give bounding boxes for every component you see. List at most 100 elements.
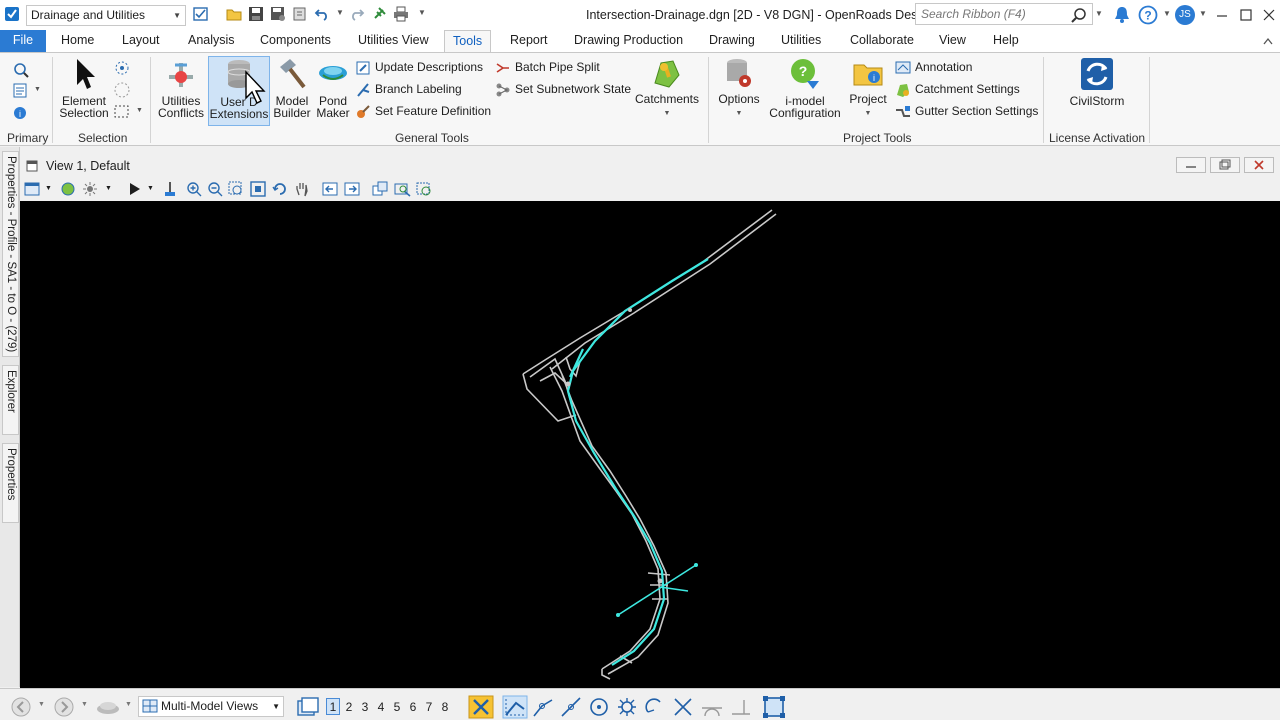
utilities-conflicts-button[interactable]: Utilities Conflicts [156,57,206,119]
view-button-7[interactable]: 7 [422,698,436,715]
view-groups-icon[interactable] [296,696,320,718]
notifications-icon[interactable] [1112,5,1132,25]
tab-components[interactable]: Components [252,30,339,52]
annotation-button[interactable]: Annotation [895,58,972,76]
view-attributes-icon[interactable] [24,181,40,197]
zoom-in-icon[interactable] [186,181,202,197]
lighting-icon[interactable] [82,181,98,197]
snap-perpendicular-icon[interactable] [730,696,752,718]
search-ribbon-input[interactable]: Search Ribbon (F4) [915,3,1093,25]
tab-drawing-production[interactable]: Drawing Production [566,30,691,52]
project-button[interactable]: i Project ▼ [847,57,889,120]
undo-dropdown-icon[interactable]: ▼ [336,8,344,17]
set-feature-definition-button[interactable]: Set Feature Definition [355,102,491,120]
view-button-3[interactable]: 3 [358,698,372,715]
zoom-out-icon[interactable] [207,181,223,197]
window-area-icon[interactable] [228,181,244,197]
imodel-configuration-button[interactable]: ? i-model Configuration [766,57,844,119]
set-subnetwork-state-button[interactable]: Set Subnetwork State [495,80,631,98]
catchment-settings-button[interactable]: Catchment Settings [895,80,1020,98]
accudraw-icon[interactable] [468,695,494,719]
view-attributes-dropdown-icon[interactable]: ▼ [45,185,52,192]
view-button-6[interactable]: 6 [406,698,420,715]
view-close-button[interactable] [1244,157,1274,173]
snap-intersection-icon[interactable] [672,696,694,718]
model-icon[interactable] [95,697,121,717]
select-box-icon[interactable] [113,103,131,121]
redo-icon[interactable] [349,6,365,22]
tab-view[interactable]: View [931,30,974,52]
workflow-selector[interactable]: Drainage and Utilities ▼ [26,5,186,26]
minimize-window-icon[interactable] [1215,8,1229,22]
user-dropdown-icon[interactable]: ▼ [1199,9,1207,18]
catchments-button[interactable]: Catchments ▼ [634,57,700,120]
maximize-window-icon[interactable] [1239,8,1253,22]
help-dropdown-icon[interactable]: ▼ [1163,9,1171,18]
view-minimize-button[interactable] [1176,157,1206,173]
view-button-8[interactable]: 8 [438,698,452,715]
view-menu-icon[interactable] [26,160,38,172]
properties-dropdown-icon[interactable]: ▼ [34,86,41,93]
lighting-dropdown-icon[interactable]: ▼ [105,185,112,192]
undo-icon[interactable] [314,6,330,22]
view-button-5[interactable]: 5 [390,698,404,715]
information-icon[interactable]: i [12,105,30,121]
clip-volume-icon[interactable] [394,181,412,197]
save-icon[interactable] [248,6,264,22]
close-window-icon[interactable] [1262,8,1276,22]
rotate-view-icon[interactable] [272,181,288,197]
tab-drawing[interactable]: Drawing [701,30,763,52]
display-style-icon[interactable] [60,181,76,197]
compress-icon[interactable] [292,6,308,22]
tab-layout[interactable]: Layout [114,30,168,52]
update-descriptions-button[interactable]: Update Descriptions [355,58,483,76]
element-selection-button[interactable]: Element Selection [58,57,110,119]
tab-analysis[interactable]: Analysis [180,30,243,52]
update-view-icon[interactable] [162,181,178,197]
back-dropdown-icon[interactable]: ▼ [38,701,45,708]
properties-icon[interactable] [12,83,30,99]
select-box-dropdown-icon[interactable]: ▼ [136,107,143,114]
help-icon[interactable]: ? [1138,5,1158,25]
collapse-ribbon-icon[interactable] [1262,36,1274,46]
select-radius-icon[interactable] [113,59,131,77]
civilstorm-button[interactable]: CivilStorm [1062,57,1132,107]
back-icon[interactable] [10,697,32,717]
view-next-icon[interactable] [344,181,360,197]
forward-icon[interactable] [53,697,75,717]
app-logo-icon[interactable] [4,6,20,22]
tab-utilities-view[interactable]: Utilities View [350,30,437,52]
snap-settings-icon[interactable] [762,695,786,719]
customize-qat-icon[interactable]: ▼ [418,8,426,17]
zoom-selection-icon[interactable] [12,61,30,79]
search-dropdown-icon[interactable]: ▼ [1095,9,1103,18]
tab-home[interactable]: Home [53,30,102,52]
batch-pipe-split-button[interactable]: Batch Pipe Split [495,58,600,76]
snap-center-icon[interactable] [588,696,610,718]
pond-maker-button[interactable]: Pond Maker [314,57,352,119]
view-restore-button[interactable] [1210,157,1240,173]
open-folder-icon[interactable] [226,6,242,22]
view-button-1[interactable]: 1 [326,698,340,715]
tab-help[interactable]: Help [985,30,1027,52]
snap-tangent-icon[interactable] [700,696,724,718]
tab-explorer[interactable]: Explorer [2,365,19,435]
select-circle-icon[interactable] [113,81,131,99]
branch-labeling-button[interactable]: Branch Labeling [355,80,462,98]
tab-report[interactable]: Report [502,30,556,52]
snap-keypoint-icon[interactable] [532,696,554,718]
checklist-icon[interactable] [193,6,209,22]
tab-collaborate[interactable]: Collaborate [842,30,922,52]
pan-view-icon[interactable] [294,181,310,197]
view-previous-icon[interactable] [322,181,338,197]
tab-tools[interactable]: Tools [444,30,491,52]
tab-file[interactable]: File [0,30,46,52]
snap-mode-icon[interactable] [502,695,528,719]
tab-utilities[interactable]: Utilities [773,30,829,52]
print-icon[interactable] [393,6,409,22]
view-button-2[interactable]: 2 [342,698,356,715]
save-settings-icon[interactable] [270,6,286,22]
tab-properties-profile[interactable]: Properties - Profile - SA1 - to O - (279… [2,151,19,357]
pin-icon[interactable] [371,6,387,22]
view-play-icon[interactable] [126,181,142,197]
